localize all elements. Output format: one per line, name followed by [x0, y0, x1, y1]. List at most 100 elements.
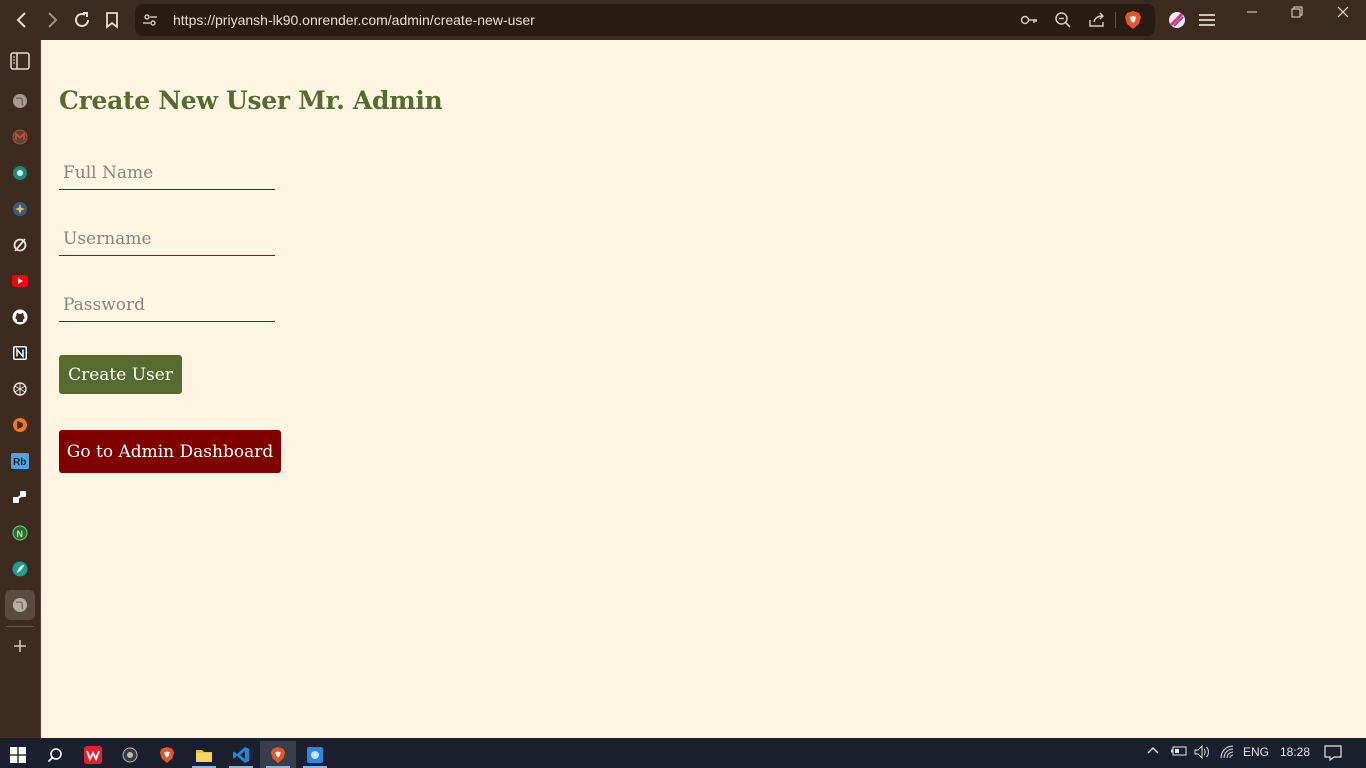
forward-arrow-icon	[48, 12, 58, 28]
rb-icon: Rb	[11, 453, 29, 469]
sidebar-item-globe-active[interactable]	[5, 590, 35, 620]
svg-text:Rb: Rb	[13, 457, 26, 468]
tray-battery[interactable]	[1170, 745, 1188, 757]
tray-notifications[interactable]	[1324, 745, 1342, 761]
notification-icon	[1324, 745, 1342, 761]
brave-wallet-button[interactable]	[1165, 8, 1189, 32]
create-user-button[interactable]: Create User	[59, 355, 182, 394]
wifi-icon	[1220, 745, 1234, 759]
brave-wallet-icon	[1169, 12, 1185, 28]
taskbar-obs[interactable]	[112, 741, 148, 768]
sidebar-toggle-button[interactable]	[10, 51, 30, 71]
bookmark-icon	[106, 12, 118, 29]
dev-icon	[13, 491, 26, 503]
file-explorer-icon	[196, 749, 212, 762]
gemini-icon	[13, 202, 27, 216]
brave-active-icon	[270, 746, 286, 763]
sidebar-item-youtube[interactable]	[10, 271, 30, 291]
browser-sidebar: Rb N	[0, 40, 41, 738]
sidebar-item-rb[interactable]: Rb	[10, 451, 30, 471]
obs-icon	[122, 747, 138, 762]
n-icon: N	[12, 525, 28, 541]
address-bar[interactable]: https://priyansh-lk90.onrender.com/admin…	[135, 4, 1155, 36]
site-settings-icon[interactable]	[141, 11, 159, 29]
sidebar-item-notion[interactable]	[10, 343, 30, 363]
taskbar-file-explorer[interactable]	[186, 741, 222, 768]
tray-chevron[interactable]	[1146, 745, 1160, 755]
zoom-icon[interactable]	[1054, 11, 1072, 29]
search-icon	[47, 747, 62, 762]
link-icon	[13, 238, 27, 252]
taskbar-app[interactable]	[297, 741, 333, 768]
password-field[interactable]	[59, 288, 275, 322]
windows-taskbar: ENG 18:28	[0, 738, 1366, 768]
globe-active-icon	[13, 598, 27, 612]
sidebar-item-hashnode[interactable]	[10, 415, 30, 435]
plus-icon	[14, 640, 26, 652]
hashnode-icon	[13, 418, 27, 432]
share-icon[interactable]	[1088, 11, 1106, 29]
sidebar-item-feather[interactable]	[10, 559, 30, 579]
close-icon	[1337, 6, 1349, 18]
hamburger-menu-icon	[1199, 14, 1215, 26]
back-arrow-icon	[16, 12, 26, 28]
minimize-button[interactable]	[1240, 4, 1264, 20]
youtube-icon	[12, 275, 28, 287]
full-name-field[interactable]	[59, 156, 275, 190]
restore-button[interactable]	[1285, 4, 1309, 20]
taskbar-brave[interactable]	[149, 741, 185, 768]
taskbar-vscode[interactable]	[223, 741, 259, 768]
reload-icon	[75, 12, 89, 27]
notion-icon	[13, 346, 27, 360]
bookmark-button[interactable]	[100, 8, 124, 32]
taskbar-wps[interactable]	[75, 741, 111, 768]
sidebar-item-link[interactable]	[10, 235, 30, 255]
url-divider	[1115, 12, 1116, 28]
github-icon	[12, 309, 28, 325]
vscode-icon	[233, 746, 249, 763]
gmail-icon	[12, 129, 28, 145]
sidebar-toggle-icon	[10, 52, 30, 70]
admin-dashboard-button[interactable]: Go to Admin Dashboard	[59, 430, 281, 473]
sidebar-item-github[interactable]	[10, 307, 30, 327]
taskbar-brave-active[interactable]	[260, 741, 296, 768]
sidebar-item-gemini[interactable]	[10, 199, 30, 219]
browser-toolbar: https://priyansh-lk90.onrender.com/admin…	[0, 0, 1366, 40]
sidebar-item-openai[interactable]	[10, 379, 30, 399]
sidebar-item-dev[interactable]	[10, 487, 30, 507]
app-icon	[307, 746, 323, 763]
windows-start-icon	[10, 746, 26, 763]
battery-icon	[1171, 746, 1187, 756]
chatgpt-green-icon	[13, 166, 27, 180]
brave-shield-icon[interactable]	[1124, 10, 1142, 30]
url-text[interactable]: https://priyansh-lk90.onrender.com/admin…	[173, 12, 535, 28]
page-content: Create New User Mr. Admin Create User Go…	[41, 40, 1366, 738]
feather-icon	[12, 561, 28, 577]
chevron-up-icon	[1147, 747, 1159, 754]
sidebar-item-chatgpt[interactable]	[10, 163, 30, 183]
forward-button[interactable]	[40, 8, 64, 32]
tray-clock[interactable]: 18:28	[1280, 745, 1310, 759]
page-title: Create New User Mr. Admin	[59, 86, 443, 115]
volume-icon	[1194, 745, 1209, 759]
taskbar-search-button[interactable]	[37, 741, 73, 768]
key-icon[interactable]	[1020, 11, 1038, 29]
tray-wifi[interactable]	[1219, 745, 1235, 759]
brave-icon	[159, 746, 175, 763]
reload-button[interactable]	[70, 8, 94, 32]
username-field[interactable]	[59, 222, 275, 256]
close-button[interactable]	[1331, 4, 1355, 20]
back-button[interactable]	[10, 8, 34, 32]
tray-volume[interactable]	[1193, 745, 1211, 759]
sidebar-item-n[interactable]: N	[10, 523, 30, 543]
sidebar-item-globe[interactable]	[10, 91, 30, 111]
sidebar-add-button[interactable]	[10, 636, 30, 656]
openai-icon	[13, 382, 27, 396]
svg-text:N: N	[17, 529, 24, 539]
tray-language[interactable]: ENG	[1243, 745, 1269, 759]
sidebar-item-gmail[interactable]	[10, 127, 30, 147]
globe-icon	[13, 94, 27, 108]
menu-button[interactable]	[1195, 8, 1219, 32]
start-button[interactable]	[0, 741, 36, 768]
sidebar-separator	[6, 626, 34, 627]
